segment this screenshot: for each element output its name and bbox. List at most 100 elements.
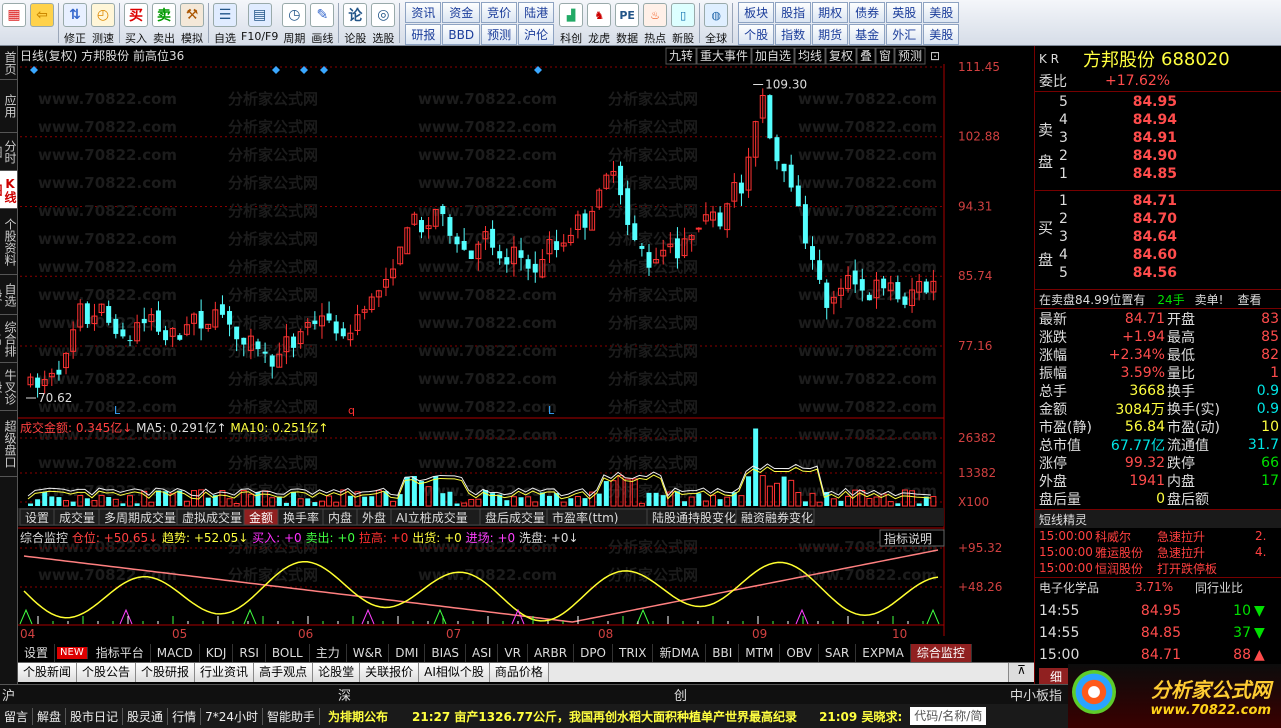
indicator-tab-6[interactable]: BOLL (266, 644, 310, 662)
news-tab-1[interactable]: 个股公告 (77, 663, 137, 682)
toolbar-grid-button[interactable]: 基金 (849, 24, 886, 45)
market-small[interactable]: 中小板指 (1008, 685, 1062, 704)
toolbar-mid-button-2[interactable]: PE 数据 (613, 0, 641, 45)
toolbar-mid-button-0[interactable]: ▟ 科创 (557, 0, 585, 45)
news-tab-3[interactable]: 行业资讯 (195, 663, 255, 682)
toolbar-grid-button[interactable]: 美股 (923, 2, 960, 23)
indicator-tab-10[interactable]: BIAS (425, 644, 467, 662)
indicator-help-button[interactable]: 指标说明 (884, 531, 932, 546)
short-item-row[interactable]: 15:00:00 科威尔 急速拉升 2. (1035, 528, 1281, 544)
news-tab-2[interactable]: 个股研报 (136, 663, 196, 682)
short-title[interactable]: 短线精灵 (1035, 511, 1087, 528)
indicator-tab-13[interactable]: ARBR (528, 644, 575, 662)
indicator-tab-5[interactable]: RSI (233, 644, 266, 662)
volume-tab-3[interactable]: 虚拟成交量 (182, 510, 242, 525)
toolbar-button-12[interactable]: ◎ 选股 (369, 0, 397, 45)
toolbar-button-6[interactable]: ⚒ 模拟 (178, 0, 206, 45)
chart-button-6[interactable]: 窗 (879, 49, 891, 63)
toolbar-button-1[interactable]: ⇦ (28, 0, 56, 45)
indicator-tab-22[interactable]: 综合监控 (910, 644, 972, 662)
volume-tab-5[interactable]: 换手率 (283, 510, 319, 525)
volume-tab-4[interactable]: 金额 (249, 510, 273, 525)
volume-tab-7[interactable]: 外盘 (362, 510, 386, 525)
short-item-row[interactable]: 15:00:00 雅运股份 急速拉升 4. (1035, 544, 1281, 560)
ticker-button-2[interactable]: 股市日记 (66, 707, 124, 725)
toolbar-grid-button[interactable]: 期货 (812, 24, 849, 45)
event-diamond-icon[interactable] (272, 66, 280, 74)
left-tab-4[interactable]: 个股资料 (0, 209, 17, 275)
toolbar-grid-button[interactable]: 预测 (481, 24, 518, 45)
news-tab-6[interactable]: 关联报价 (360, 663, 420, 682)
news-tab-0[interactable]: 个股新闻 (18, 663, 78, 682)
toolbar-grid-button[interactable]: 债券 (849, 2, 886, 23)
volume-tab-12[interactable]: 融资融券变化 (741, 510, 813, 525)
toolbar-button-0[interactable]: ▦ (0, 0, 28, 45)
toolbar-grid-button[interactable]: 股指 (775, 2, 812, 23)
toolbar-grid-button[interactable]: 个股 (738, 24, 775, 45)
indicator-tab-19[interactable]: OBV (780, 644, 819, 662)
sector-rank[interactable]: 同行业比 (1195, 579, 1243, 596)
toolbar-grid-button[interactable]: 期权 (812, 2, 849, 23)
toolbar-grid-button[interactable]: 沪伦 (518, 24, 555, 45)
chart-button-5[interactable]: 叠 (860, 49, 872, 63)
search-input[interactable]: 代码/名称/简 (910, 707, 987, 725)
toolbar-mid-button-4[interactable]: ▯ 新股 (669, 0, 697, 45)
news-tab-8[interactable]: 商品价格 (489, 663, 549, 682)
toolbar-mid-button-3[interactable]: ♨ 热点 (641, 0, 669, 45)
volume-tab-0[interactable]: 设置 (25, 511, 49, 525)
left-tab-0[interactable]: 首页 (0, 46, 17, 80)
indicator-tab-1[interactable]: NEW (57, 647, 88, 659)
toolbar-grid-button[interactable]: 资金 (442, 2, 481, 23)
indicator-tab-4[interactable]: KDJ (200, 644, 234, 662)
left-tab-1[interactable]: 应用 (0, 80, 17, 133)
indicator-tab-3[interactable]: MACD (151, 644, 200, 662)
news-tab-4[interactable]: 高手观点 (254, 663, 314, 682)
indicator-tab-21[interactable]: EXPMA (856, 644, 911, 662)
ticker-news-1[interactable]: 为排期公布 (320, 708, 396, 725)
volume-tab-11[interactable]: 陆股通持股变化 (652, 510, 736, 525)
volume-tab-8[interactable]: AI立桩成交量 (396, 510, 468, 525)
volume-tab-6[interactable]: 内盘 (328, 510, 352, 525)
pin-icon[interactable]: ⊼ (1008, 663, 1034, 682)
chart-area[interactable]: 日线(复权) 方邦股份 前高位36 九转 重大事件 加自选 均线 复权叠窗预测 ⊡ 111.4… (18, 46, 1034, 686)
toolbar-grid-button[interactable]: 指数 (775, 24, 812, 45)
volume-tab-2[interactable]: 多周期成交量 (104, 510, 176, 525)
short-item-row[interactable]: 15:00:00 恒润股份 打开跌停板 (1035, 560, 1281, 576)
toolbar-grid-button[interactable]: 外汇 (886, 24, 923, 45)
left-tab-6[interactable]: 综合排名 (0, 315, 17, 363)
toolbar-button-9[interactable]: ◷ 周期 (280, 0, 308, 45)
toolbar-button-2[interactable]: ⇅ 修正 (61, 0, 89, 45)
chart-button-2[interactable]: 加自选 (755, 49, 791, 63)
market-hu[interactable]: 沪 (0, 685, 15, 704)
lock-icon[interactable]: ⊡ (930, 49, 940, 63)
ticker-button-6[interactable]: 智能助手 (263, 707, 320, 725)
indicator-tab-14[interactable]: DPO (574, 644, 613, 662)
indicator-tab-16[interactable]: 新DMA (653, 644, 707, 662)
volume-tab-1[interactable]: 成交量 (59, 510, 95, 525)
toolbar-mid-button-5[interactable]: ◍ 全球 (702, 0, 730, 45)
toolbar-button-5[interactable]: 卖卖出 (150, 0, 178, 45)
toolbar-grid-button[interactable]: 英股 (886, 2, 923, 23)
market-chuang[interactable]: 创 (672, 685, 687, 704)
indicator-tab-0[interactable]: 设置 (18, 644, 56, 662)
toolbar-grid-button[interactable]: 陆港 (518, 2, 555, 23)
toolbar-button-4[interactable]: 买买入 (122, 0, 150, 45)
big-order-notice[interactable]: 在卖盘84.99位置有 24手 卖单! 查看 (1035, 290, 1281, 308)
toolbar-button-10[interactable]: ✎ 画线 (308, 0, 336, 45)
indicator-tab-8[interactable]: W&R (347, 644, 390, 662)
toolbar-grid-button[interactable]: BBD (442, 24, 481, 45)
ticker-news-2[interactable]: 21:27 亩产1326.77公斤，我国再创水稻大面积种植单产世界最高纪录 (396, 708, 813, 725)
left-tab-3[interactable]: K线图 (0, 171, 17, 209)
indicator-tab-17[interactable]: BBI (706, 644, 740, 662)
indicator-tab-2[interactable]: 指标平台 (90, 644, 151, 662)
toolbar-button-11[interactable]: 论论股 (341, 0, 369, 45)
chart-button-4[interactable]: 复权 (829, 49, 853, 63)
toolbar-button-3[interactable]: ◴ 测速 (89, 0, 117, 45)
indicator-tab-9[interactable]: DMI (389, 644, 426, 662)
left-tab-8[interactable]: 超级盘口 (0, 411, 17, 477)
news-tab-7[interactable]: AI相似个股 (419, 663, 490, 682)
indicator-tab-20[interactable]: SAR (819, 644, 857, 662)
toolbar-grid-button[interactable]: 板块 (738, 2, 775, 23)
market-shen[interactable]: 深 (336, 685, 351, 704)
ticker-button-4[interactable]: 行情 (168, 707, 202, 725)
